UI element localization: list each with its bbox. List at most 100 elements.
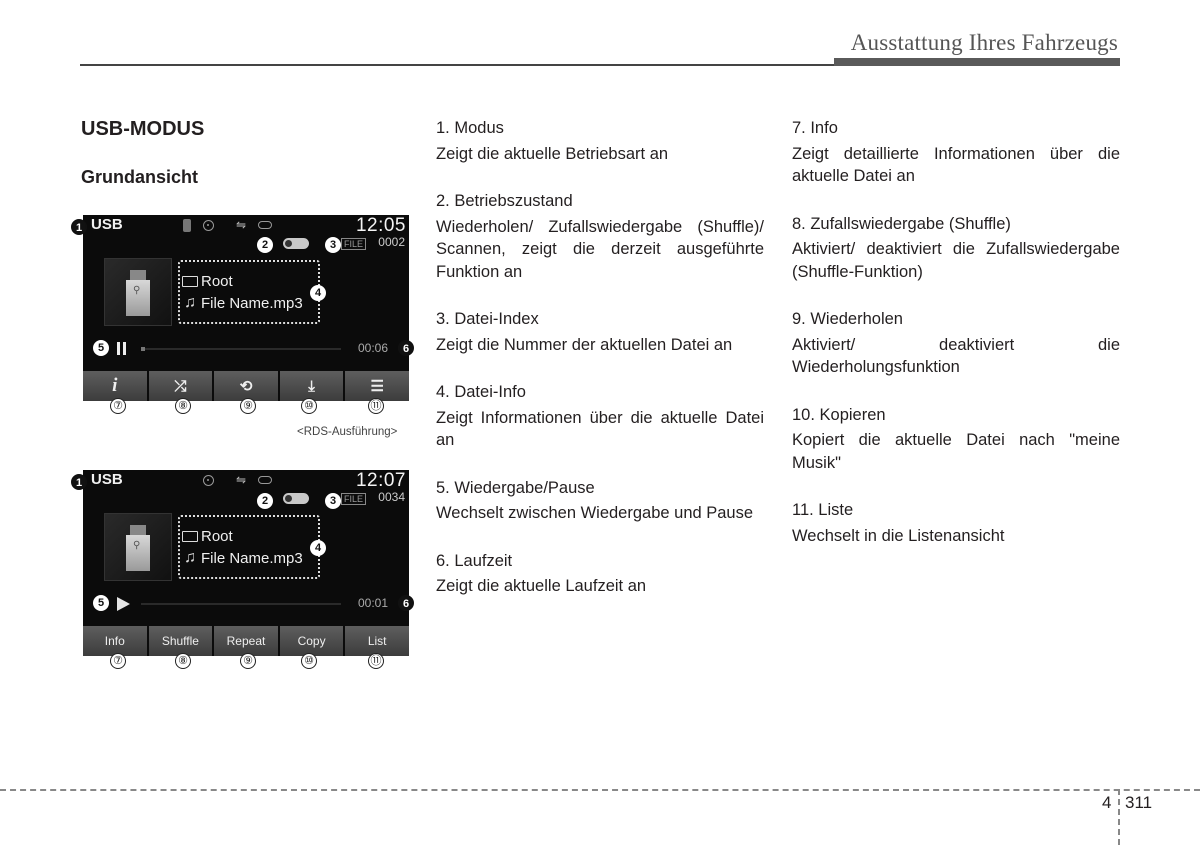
cd-icon <box>203 474 214 486</box>
callout-6: 6 <box>398 595 414 611</box>
cd-icon <box>203 219 214 231</box>
folder-name: Root <box>201 272 233 290</box>
file-name: File Name.mp3 <box>201 549 303 567</box>
repeat-button[interactable]: Repeat <box>214 626 278 656</box>
play-icon[interactable] <box>117 597 130 611</box>
status-icons: ⇋ <box>183 218 273 232</box>
progress-bar[interactable] <box>141 347 341 351</box>
elapsed-time: 00:01 <box>357 596 388 610</box>
battery-icon <box>258 221 273 229</box>
callout-10: ⑩ <box>301 398 317 414</box>
running-header-title: Ausstattung Ihres Fahrzeugs <box>850 30 1118 55</box>
callout-11: ⑪ <box>368 398 384 414</box>
bluetooth-icon <box>183 218 191 232</box>
callout-7: ⑦ <box>110 398 126 414</box>
mode-label: USB <box>91 471 123 488</box>
callout-11: ⑪ <box>368 653 384 669</box>
legend-item: 5. Wiedergabe/Pause Wechselt zwischen Wie… <box>436 478 754 523</box>
file-index: 0034 <box>378 490 405 504</box>
section-title: USB-MODUS <box>81 118 205 140</box>
callout-8: ⑧ <box>175 398 191 414</box>
legend-item: 3. Datei-Index Zeigt die Nummer der aktue… <box>436 310 733 354</box>
page-number: 311 <box>1125 793 1153 812</box>
folder-name: Root <box>201 527 233 545</box>
list-button[interactable]: List <box>345 626 409 656</box>
pause-icon[interactable] <box>117 342 126 355</box>
callout-10: ⑩ <box>301 653 317 669</box>
callout-8: ⑧ <box>175 653 191 669</box>
button-bar: i ⤮ ⟲ ⤓ ☰ <box>83 371 409 401</box>
music-note-icon: ♫ <box>184 549 196 566</box>
header-bar <box>834 58 1120 66</box>
legend-item: 9. Wiederholen Aktiviert/ deaktiviert die… <box>792 310 1120 376</box>
repeat-icon: ⟲ <box>239 378 253 395</box>
info-button[interactable]: Info <box>83 626 147 656</box>
legend-item: 11. Liste Wechselt in die Listenansicht <box>792 501 1005 545</box>
button-bar: Info Shuffle Repeat Copy List <box>83 626 409 656</box>
legend-column-1: 1. Modus Zeigt die aktuelle Betriebsart a… <box>436 117 764 623</box>
callout-2: 2 <box>257 493 273 509</box>
list-button[interactable]: ☰ <box>345 371 409 401</box>
file-tag: FILE <box>341 238 367 250</box>
mode-label: USB <box>91 216 123 233</box>
progress-bar[interactable] <box>141 603 341 605</box>
music-note-icon: ♫ <box>184 294 196 311</box>
footer-divider <box>1118 789 1120 845</box>
playback-row: 00:06 <box>91 340 406 358</box>
legend-item: 2. Betriebszustand Wiederholen/ Zufallswi… <box>436 192 764 281</box>
legend-item: 6. Laufzeit Zeigt die aktuelle Laufzeit a… <box>436 551 647 596</box>
legend-item: 1. Modus Zeigt die aktuelle Betriebsart a… <box>436 119 669 163</box>
clock: 12:05 <box>355 215 406 236</box>
callout-9: ⑨ <box>240 653 256 669</box>
legend-column-2: 7. Info Zeigt detaillierte Informationen … <box>792 117 1120 572</box>
repeat-button[interactable]: ⟲ <box>214 371 278 401</box>
legend-item: 8. Zufallswiedergabe (Shuffle) Aktiviert/… <box>792 214 1120 281</box>
legend-item: 4. Datei-Info Zeigt Informationen über di… <box>436 383 764 449</box>
rds-caption: <RDS-Ausführung> <box>297 426 398 438</box>
legend-item: 10. Kopieren Kopiert die aktuelle Datei n… <box>792 405 1120 472</box>
usb-screen-rds: USB ⇋ 12:05 FILE 0002 Root ♫ File Name.mp… <box>83 215 409 401</box>
callout-6: 6 <box>398 340 414 356</box>
usb-icon: ⇋ <box>236 218 247 232</box>
copy-icon: ⤓ <box>308 377 315 395</box>
callout-3: 3 <box>325 493 341 509</box>
callout-5: 5 <box>93 340 109 356</box>
callout-1: 1 <box>71 219 87 235</box>
elapsed-time: 00:06 <box>357 341 388 355</box>
footer-rule <box>0 789 1200 791</box>
clock: 12:07 <box>355 470 406 491</box>
usb-icon: ⇋ <box>236 473 247 487</box>
shuffle-button[interactable]: ⤮ <box>148 371 213 401</box>
file-index: 0002 <box>378 235 405 249</box>
file-info-box: Root ♫ File Name.mp3 <box>178 260 320 324</box>
shuffle-button[interactable]: Shuffle <box>148 626 213 656</box>
battery-icon <box>258 476 273 484</box>
file-name: File Name.mp3 <box>201 294 303 312</box>
callout-7: ⑦ <box>110 653 126 669</box>
shuffle-icon: ⤮ <box>174 377 187 395</box>
repeat-state-icon <box>283 238 309 249</box>
playback-row: 00:01 <box>91 595 406 613</box>
callout-3: 3 <box>325 237 341 253</box>
callout-1: 1 <box>71 474 87 490</box>
info-icon: i <box>112 375 118 396</box>
file-tag: FILE <box>341 493 367 505</box>
list-icon: ☰ <box>370 378 384 395</box>
shuffle-state-icon <box>283 493 309 504</box>
callout-4: 4 <box>310 285 326 301</box>
info-button[interactable]: i <box>83 371 147 401</box>
callout-4: 4 <box>310 540 326 556</box>
copy-button[interactable]: ⤓ <box>279 371 344 401</box>
legend-item: 7. Info Zeigt detaillierte Informationen … <box>792 119 1120 185</box>
folder-icon <box>182 530 198 542</box>
callout-5: 5 <box>93 595 109 611</box>
callout-2: 2 <box>257 237 273 253</box>
file-info-box: Root ♫ File Name.mp3 <box>178 515 320 579</box>
usb-device-icon <box>104 258 172 326</box>
callout-9: ⑨ <box>240 398 256 414</box>
copy-button[interactable]: Copy <box>279 626 344 656</box>
usb-screen-standard: USB ⇋ 12:07 FILE 0034 Root ♫ File Name.mp… <box>83 470 409 656</box>
status-icons: ⇋ <box>203 473 273 487</box>
header-rule <box>80 64 835 66</box>
chapter-number: 4 <box>1102 793 1112 812</box>
